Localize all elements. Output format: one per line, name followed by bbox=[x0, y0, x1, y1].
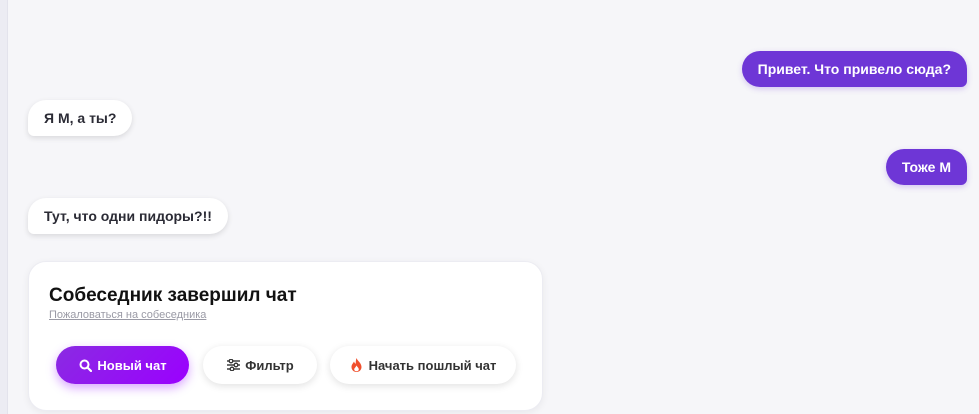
lewd-chat-button[interactable]: Начать пошлый чат bbox=[330, 346, 516, 384]
new-chat-label: Новый чат bbox=[97, 357, 167, 373]
search-icon bbox=[78, 358, 92, 372]
filter-label: Фильтр bbox=[245, 357, 294, 373]
filter-button[interactable]: Фильтр bbox=[203, 346, 317, 384]
chat-ended-title: Собеседник завершил чат bbox=[49, 285, 297, 306]
message-outgoing: Привет. Что привело сюда? bbox=[741, 51, 967, 87]
chat-area: Привет. Что привело сюда? Я М, а ты? Тож… bbox=[8, 0, 979, 414]
new-chat-button[interactable]: Новый чат bbox=[56, 346, 189, 384]
message-incoming: Я М, а ты? bbox=[28, 100, 133, 136]
left-panel-edge bbox=[0, 0, 8, 414]
lewd-chat-label: Начать пошлый чат bbox=[368, 357, 497, 373]
message-incoming: Тут, что одни пидоры?!! bbox=[28, 198, 228, 234]
chat-ended-card: Собеседник завершил чат Пожаловаться на … bbox=[28, 261, 543, 411]
message-outgoing: Тоже М bbox=[885, 149, 967, 185]
sliders-icon bbox=[226, 358, 240, 372]
fire-icon bbox=[350, 358, 364, 372]
report-user-link[interactable]: Пожаловаться на собеседника bbox=[49, 309, 206, 321]
